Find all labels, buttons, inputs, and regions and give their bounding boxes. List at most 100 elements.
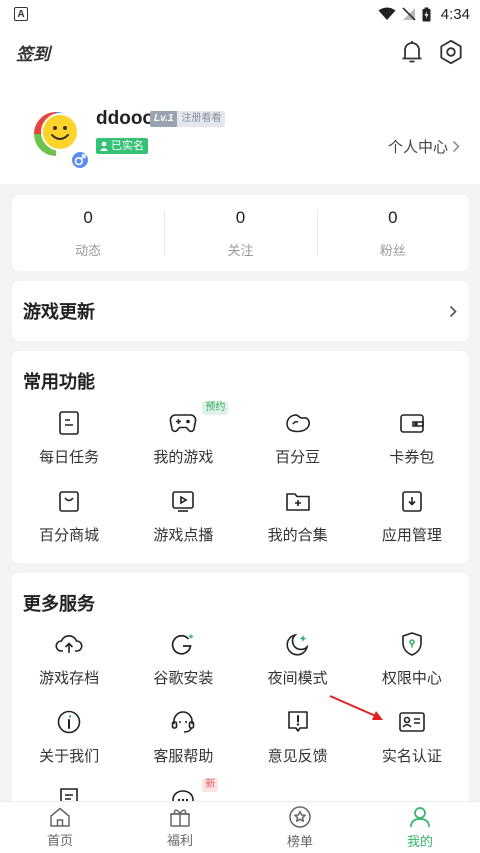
- grid-item-bean[interactable]: 百分豆: [241, 407, 355, 485]
- username: ddooo: [96, 108, 155, 129]
- grid-item-my-games[interactable]: 预约 我的游戏: [126, 401, 240, 485]
- stat-following[interactable]: 0 关注: [164, 195, 316, 271]
- no-signal-icon: [402, 7, 416, 21]
- signin-button[interactable]: 签到: [16, 40, 50, 65]
- grid-item-coupon-wallet[interactable]: 卡券包: [355, 407, 469, 485]
- battery-icon: [422, 7, 431, 21]
- daily-task-icon: [55, 409, 83, 437]
- home-icon: [50, 807, 70, 827]
- nav-label: 首页: [46, 833, 73, 848]
- grid-label: 我的合集: [267, 527, 328, 544]
- grid-item-my-collection[interactable]: 我的合集: [241, 485, 355, 563]
- folder-plus-icon: [284, 487, 312, 515]
- grid-label: 意见反馈: [267, 748, 328, 765]
- feedback-icon: [284, 708, 312, 736]
- grid-label: 应用管理: [381, 527, 442, 544]
- status-bar: A 4:34: [0, 0, 480, 28]
- nav-mine[interactable]: 我的: [360, 802, 480, 853]
- stat-label: 关注: [227, 242, 254, 258]
- nav-label: 我的: [406, 834, 433, 849]
- moon-icon: [284, 630, 312, 658]
- stat-label: 粉丝: [379, 242, 406, 258]
- stat-fans[interactable]: 0 粉丝: [316, 195, 469, 271]
- wifi-icon: [378, 7, 396, 20]
- nav-welfare[interactable]: 福利: [120, 802, 240, 853]
- game-update-row[interactable]: 游戏更新: [12, 281, 469, 341]
- male-gender-icon: [70, 150, 90, 170]
- verified-badge: 已实名: [96, 138, 148, 154]
- level-note: 注册看看: [177, 111, 226, 127]
- settings-gear-icon[interactable]: [438, 39, 464, 65]
- level-value: Lv.1: [150, 111, 178, 127]
- grid-item-app-manage[interactable]: 应用管理: [355, 485, 469, 563]
- grid-label: 夜间模式: [267, 670, 328, 687]
- more-services-title: 更多服务: [23, 594, 95, 614]
- grid-item-about-us[interactable]: 关于我们: [12, 706, 126, 784]
- grid-label: 游戏点播: [153, 527, 214, 544]
- star-badge-icon: [289, 806, 311, 828]
- nav-ranking[interactable]: 榜单: [240, 802, 360, 853]
- download-icon: [398, 487, 426, 515]
- grid-item-real-name-auth[interactable]: 实名认证: [355, 706, 469, 784]
- chevron-right-icon: [452, 140, 460, 153]
- personal-center-label: 个人中心: [387, 139, 448, 156]
- notification-a-icon: A: [14, 7, 28, 21]
- verified-label: 已实名: [111, 140, 144, 152]
- stat-value: 0: [235, 207, 246, 227]
- stat-posts[interactable]: 0 动态: [12, 195, 164, 271]
- grid-label: 实名认证: [381, 748, 442, 765]
- person-check-icon: [100, 141, 108, 151]
- user-icon: [410, 807, 430, 828]
- avatar[interactable]: [26, 104, 90, 170]
- headset-icon: [169, 708, 197, 736]
- shop-bag-icon: [55, 487, 83, 515]
- bottom-nav: 首页 福利 榜单 我的: [0, 801, 480, 853]
- stats-card: 0 动态 0 关注 0 粉丝: [12, 195, 469, 271]
- google-icon: [169, 630, 197, 658]
- wallet-icon: [398, 409, 426, 437]
- grid-item-feedback[interactable]: 意见反馈: [241, 706, 355, 784]
- game-update-title: 游戏更新: [23, 302, 95, 322]
- chevron-right-icon: [449, 305, 457, 317]
- grid-item-google-install[interactable]: 谷歌安装: [126, 628, 240, 706]
- id-card-icon: [398, 708, 426, 736]
- nav-label: 福利: [166, 833, 193, 848]
- more-services-card: 更多服务 游戏存档 谷歌安装 夜间模式 权限中心 关于我们 客服帮助 意见反馈: [12, 573, 469, 813]
- grid-label: 百分商城: [39, 527, 100, 544]
- stat-value: 0: [388, 207, 398, 227]
- gamepad-icon: [169, 409, 197, 437]
- bean-icon: [284, 409, 312, 437]
- grid-label: 百分豆: [275, 449, 321, 466]
- grid-item-daily-task[interactable]: 每日任务: [12, 407, 126, 485]
- grid-label: 每日任务: [39, 449, 100, 466]
- grid-item-game-save[interactable]: 游戏存档: [12, 628, 126, 706]
- grid-item-permission-center[interactable]: 权限中心: [355, 628, 469, 706]
- profile-section: ddooo Lv.1 注册看看 已实名 个人中心: [0, 76, 480, 184]
- grid-label: 权限中心: [381, 670, 442, 687]
- cloud-upload-icon: [55, 630, 83, 658]
- level-badge: Lv.1 注册看看: [150, 111, 226, 127]
- grid-item-night-mode[interactable]: 夜间模式: [241, 628, 355, 706]
- personal-center-link[interactable]: 个人中心: [388, 136, 460, 157]
- gift-icon: [170, 809, 190, 827]
- stat-label: 动态: [75, 242, 102, 258]
- info-icon: [55, 708, 83, 736]
- bell-icon[interactable]: [400, 39, 424, 65]
- reserve-tag: 预约: [202, 401, 229, 415]
- grid-label: 我的游戏: [153, 449, 214, 466]
- new-tag: 新: [202, 778, 219, 792]
- common-functions-card: 常用功能 每日任务 预约 我的游戏 百分豆 卡券包 百分商城 游戏点播 我的合集…: [12, 351, 469, 563]
- grid-item-game-video[interactable]: 游戏点播: [126, 485, 240, 563]
- video-play-icon: [169, 487, 197, 515]
- common-functions-title: 常用功能: [23, 372, 95, 392]
- grid-item-shop[interactable]: 百分商城: [12, 485, 126, 563]
- shield-icon: [398, 630, 426, 658]
- status-time: 4:34: [440, 5, 470, 23]
- grid-label: 关于我们: [39, 748, 100, 765]
- grid-label: 卡券包: [389, 449, 435, 466]
- nav-home[interactable]: 首页: [0, 802, 120, 853]
- grid-label: 客服帮助: [153, 748, 214, 765]
- nav-label: 榜单: [286, 834, 313, 849]
- grid-label: 谷歌安装: [153, 670, 214, 687]
- grid-item-customer-help[interactable]: 客服帮助: [126, 706, 240, 784]
